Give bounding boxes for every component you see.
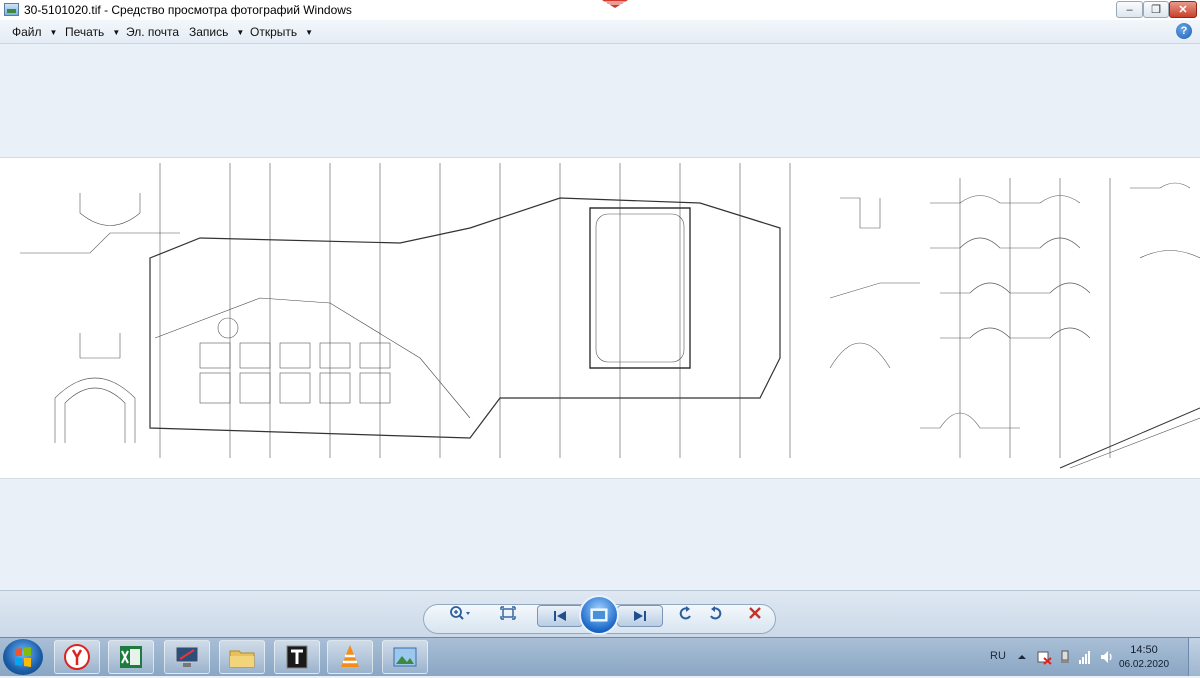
help-icon[interactable]: ? bbox=[1176, 23, 1192, 39]
chevron-down-icon: ▼ bbox=[112, 28, 121, 37]
network-icon[interactable] bbox=[1078, 649, 1094, 665]
taskbar-yandex-browser[interactable] bbox=[54, 640, 100, 674]
windows-logo-icon bbox=[15, 647, 31, 667]
title-bar-decoration bbox=[602, 0, 628, 8]
menu-email-label: Эл. почта bbox=[126, 25, 180, 39]
menu-bar: Файл ▼ Печать ▼ Эл. почта Запись ▼ Открыть ▼ bbox=[0, 20, 1200, 44]
slideshow-icon bbox=[590, 608, 608, 622]
show-hidden-icons-icon[interactable] bbox=[1016, 651, 1028, 663]
delete-icon[interactable] bbox=[743, 601, 767, 625]
next-button[interactable] bbox=[617, 605, 663, 627]
rotate-clockwise-icon[interactable] bbox=[703, 601, 727, 625]
maximize-button[interactable]: ❐ bbox=[1143, 1, 1169, 18]
chevron-down-icon: ▼ bbox=[236, 28, 245, 37]
file-explorer-icon bbox=[229, 650, 255, 668]
window-title: 30-5101020.tif - Средство просмотра фото… bbox=[24, 3, 352, 17]
next-icon bbox=[634, 611, 646, 621]
menu-print[interactable]: Печать ▼ bbox=[65, 25, 120, 39]
volume-icon[interactable] bbox=[1099, 649, 1115, 665]
control-bar bbox=[0, 590, 1200, 638]
show-desktop-button[interactable] bbox=[1188, 638, 1200, 676]
rotate-counterclockwise-icon[interactable] bbox=[674, 601, 698, 625]
chevron-down-icon: ▼ bbox=[305, 28, 314, 37]
language-indicator[interactable]: RU bbox=[990, 650, 1006, 662]
total-commander-icon bbox=[286, 645, 308, 669]
actual-size-icon[interactable] bbox=[496, 601, 520, 625]
excel-icon bbox=[120, 646, 142, 668]
image-viewer bbox=[0, 44, 1200, 589]
clock-date[interactable]: 06.02.2020 bbox=[1118, 659, 1170, 670]
taskbar-photo-viewer[interactable] bbox=[382, 640, 428, 674]
taskbar-file-explorer[interactable] bbox=[219, 640, 265, 674]
minimize-button[interactable]: – bbox=[1116, 1, 1143, 18]
zoom-icon[interactable] bbox=[448, 601, 472, 625]
menu-file-label: Файл bbox=[12, 25, 42, 39]
taskbar-excel[interactable] bbox=[108, 640, 154, 674]
previous-button[interactable] bbox=[537, 605, 583, 627]
menu-open[interactable]: Открыть ▼ bbox=[250, 25, 313, 39]
menu-open-label: Открыть bbox=[250, 25, 298, 39]
taskbar-display-settings[interactable] bbox=[164, 640, 210, 674]
photo-viewer-icon bbox=[393, 647, 417, 667]
title-bar: 30-5101020.tif - Средство просмотра фото… bbox=[0, 0, 1200, 21]
slideshow-button[interactable] bbox=[579, 595, 619, 635]
blueprint-drawing-icon bbox=[20, 163, 1200, 469]
start-button[interactable] bbox=[3, 639, 43, 675]
close-button[interactable]: ✕ bbox=[1169, 1, 1197, 18]
action-center-icon[interactable] bbox=[1036, 649, 1052, 665]
clock-time[interactable]: 14:50 bbox=[1120, 644, 1168, 657]
menu-burn[interactable]: Запись ▼ bbox=[189, 25, 244, 39]
photo-viewer-icon bbox=[4, 3, 19, 16]
menu-print-label: Печать bbox=[65, 25, 105, 39]
taskbar-total-commander[interactable] bbox=[274, 640, 320, 674]
menu-file[interactable]: Файл ▼ bbox=[12, 25, 57, 39]
chevron-down-icon: ▼ bbox=[49, 28, 58, 37]
taskbar-vlc[interactable] bbox=[327, 640, 373, 674]
previous-icon bbox=[554, 611, 566, 621]
display-settings-icon bbox=[175, 646, 199, 667]
yandex-browser-icon bbox=[64, 644, 90, 670]
menu-burn-label: Запись bbox=[189, 25, 229, 39]
taskbar: RU 14:50 06.02.2020 bbox=[0, 637, 1200, 676]
vlc-icon bbox=[341, 645, 359, 667]
menu-email[interactable]: Эл. почта bbox=[126, 25, 179, 39]
usb-device-icon[interactable] bbox=[1057, 649, 1073, 665]
drawing-image[interactable] bbox=[0, 157, 1200, 479]
